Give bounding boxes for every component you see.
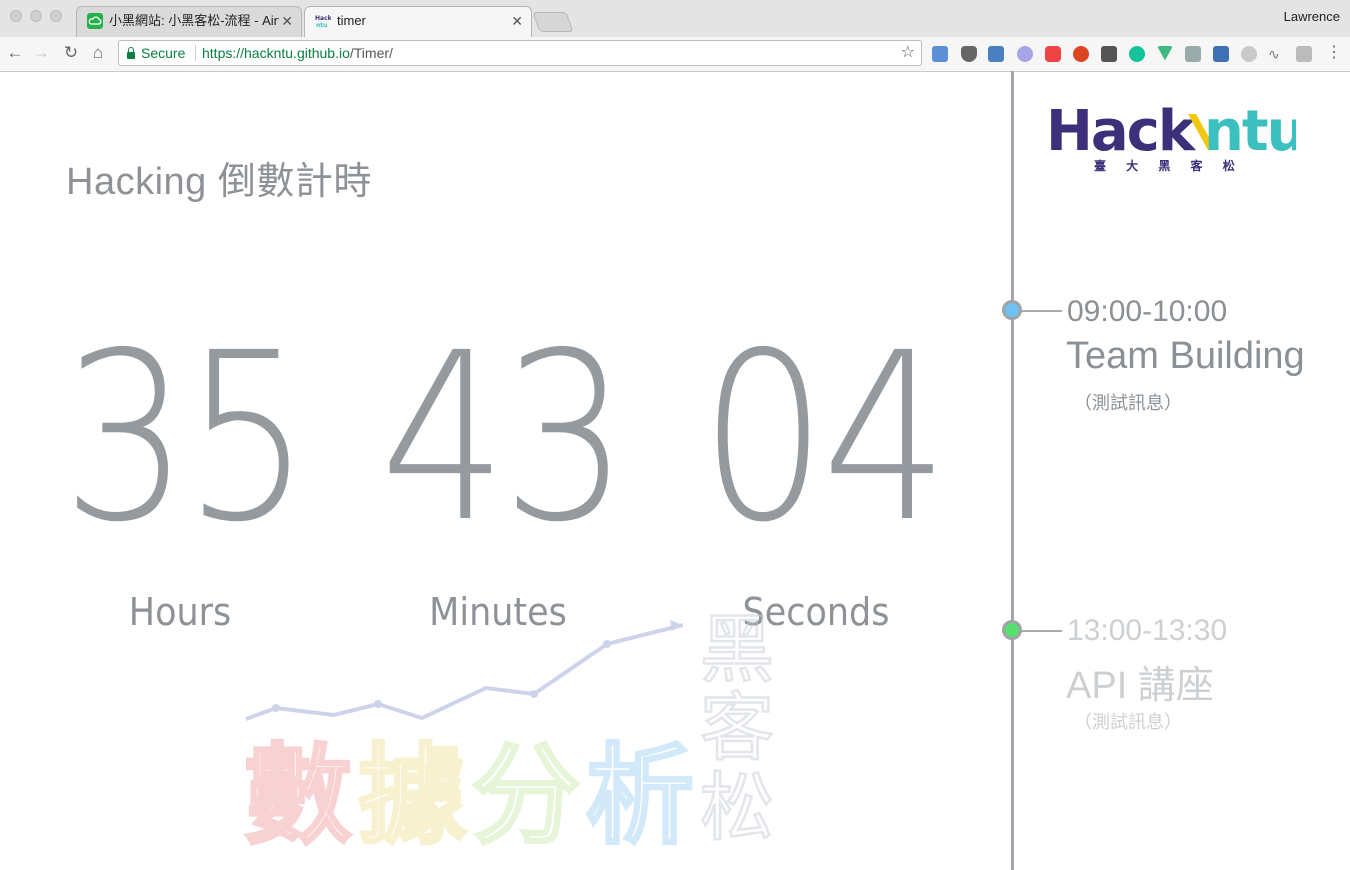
tab-close-icon[interactable]: ✕ bbox=[281, 7, 293, 35]
trend-point bbox=[272, 704, 280, 712]
forward-arrow-icon[interactable]: → bbox=[30, 42, 52, 64]
window-zoom-button[interactable] bbox=[50, 10, 62, 22]
watermark-char: 數 bbox=[244, 734, 352, 859]
address-bar[interactable]: Secure https://hacknt​u.github.io/Timer/… bbox=[118, 40, 922, 66]
watermark-char: 據 bbox=[358, 734, 467, 859]
profile-name[interactable]: Lawrence bbox=[1284, 9, 1340, 24]
watermark-char: 分 bbox=[472, 734, 580, 859]
trend-point bbox=[530, 690, 538, 698]
pulse-extension-icon[interactable]: ∿ bbox=[1268, 46, 1284, 62]
svg-text:ntu: ntu bbox=[316, 22, 327, 29]
address-divider bbox=[195, 45, 196, 61]
event-note: （測試訊息） bbox=[1074, 393, 1182, 413]
vue-devtools-icon[interactable] bbox=[1157, 46, 1173, 61]
secure-label: Secure bbox=[141, 45, 186, 61]
timeline-axis bbox=[1011, 71, 1014, 870]
data-analysis-watermark: 數 據 分 析 黑 客 松 bbox=[243, 606, 776, 861]
trend-point bbox=[603, 640, 611, 648]
minutes-label: Minutes bbox=[429, 590, 567, 634]
timeline-connector bbox=[1022, 310, 1062, 312]
event-time: 09:00-10:00 bbox=[1067, 295, 1228, 328]
hackntu-logo: Hack ntu 臺 大 黑 客 松 bbox=[1046, 99, 1296, 173]
home-icon[interactable]: ⌂ bbox=[87, 42, 109, 64]
svg-text:Hack: Hack bbox=[1046, 99, 1197, 164]
window-close-button[interactable] bbox=[10, 10, 22, 22]
hours-value: 35 bbox=[62, 303, 311, 573]
timeline-node-upcoming bbox=[1002, 620, 1022, 640]
extension-icon[interactable] bbox=[1185, 46, 1201, 62]
tab-close-icon[interactable]: ✕ bbox=[511, 7, 523, 35]
svg-text:ntu: ntu bbox=[1204, 99, 1296, 164]
page-title: Hacking 倒數計時 bbox=[66, 161, 372, 203]
seconds-label: Seconds bbox=[742, 590, 890, 634]
extension-icon[interactable] bbox=[1045, 46, 1061, 62]
timeline-node-active bbox=[1002, 300, 1022, 320]
event-time: 13:00-13:30 bbox=[1067, 614, 1228, 647]
back-arrow-icon[interactable]: ← bbox=[4, 42, 26, 64]
event-note: （測試訊息） bbox=[1074, 712, 1182, 732]
watermark-side-char: 松 bbox=[700, 765, 774, 851]
svg-text:Hack: Hack bbox=[315, 15, 331, 22]
reload-icon[interactable]: ↻ bbox=[60, 42, 82, 64]
svg-text:臺 大 黑 客 松: 臺 大 黑 客 松 bbox=[1094, 158, 1243, 173]
hours-label: Hours bbox=[128, 590, 232, 634]
secure-indicator[interactable]: Secure bbox=[127, 41, 185, 65]
tab-airtable[interactable]: 小黑網站: 小黑客松-流程 - Airta ✕ bbox=[76, 6, 302, 37]
hackntu-favicon: Hack ntu bbox=[315, 15, 331, 29]
timeline-connector bbox=[1022, 630, 1062, 632]
seconds-value: 04 bbox=[700, 303, 949, 573]
adblock-plus-icon[interactable] bbox=[1073, 46, 1089, 62]
grammarly-icon[interactable] bbox=[1129, 46, 1145, 62]
url-path: /Timer/ bbox=[349, 45, 393, 61]
browser-toolbar: ← → ↻ ⌂ Secure https://hacknt​u.github.i… bbox=[0, 37, 1350, 72]
url-text: https://hacknt​u.github.io/Timer/ bbox=[202, 41, 393, 65]
tab-timer[interactable]: Hack ntu timer ✕ bbox=[304, 6, 532, 38]
tab-title: timer bbox=[337, 13, 366, 28]
minutes-value: 43 bbox=[380, 303, 629, 573]
bookmark-star-icon[interactable]: ☆ bbox=[901, 41, 915, 65]
trend-point bbox=[374, 700, 382, 708]
extension-icon[interactable] bbox=[1017, 46, 1033, 62]
event-title: Team Building bbox=[1066, 335, 1305, 377]
watermark-side-char: 客 bbox=[700, 685, 774, 771]
extension-icon[interactable] bbox=[1241, 46, 1257, 62]
lock-icon bbox=[127, 47, 135, 59]
browser-tab-strip: 小黑網站: 小黑客松-流程 - Airta ✕ Hack ntu timer ✕… bbox=[0, 0, 1350, 38]
pocket-extension-icon[interactable] bbox=[961, 46, 977, 62]
airtable-cloud-icon bbox=[87, 13, 103, 29]
bookmark-extension-icon[interactable] bbox=[1213, 46, 1229, 62]
translate-extension-icon[interactable] bbox=[932, 46, 948, 62]
watermark-char: 析 bbox=[586, 734, 694, 859]
extension-icon[interactable] bbox=[988, 46, 1004, 62]
trend-arrow-icon bbox=[670, 620, 683, 631]
tab-title: 小黑網站: 小黑客松-流程 - Airta bbox=[109, 13, 279, 28]
window-minimize-button[interactable] bbox=[30, 10, 42, 22]
new-tab-button[interactable] bbox=[532, 12, 574, 32]
trend-line bbox=[245, 623, 684, 721]
event-title: API 講座 bbox=[1066, 665, 1214, 707]
extension-icon[interactable] bbox=[1101, 46, 1117, 62]
url-host: https://hacknt​u.github.io bbox=[202, 45, 350, 61]
extension-icon[interactable] bbox=[1296, 46, 1312, 62]
menu-kebab-icon[interactable]: ⋮ bbox=[1326, 45, 1342, 62]
